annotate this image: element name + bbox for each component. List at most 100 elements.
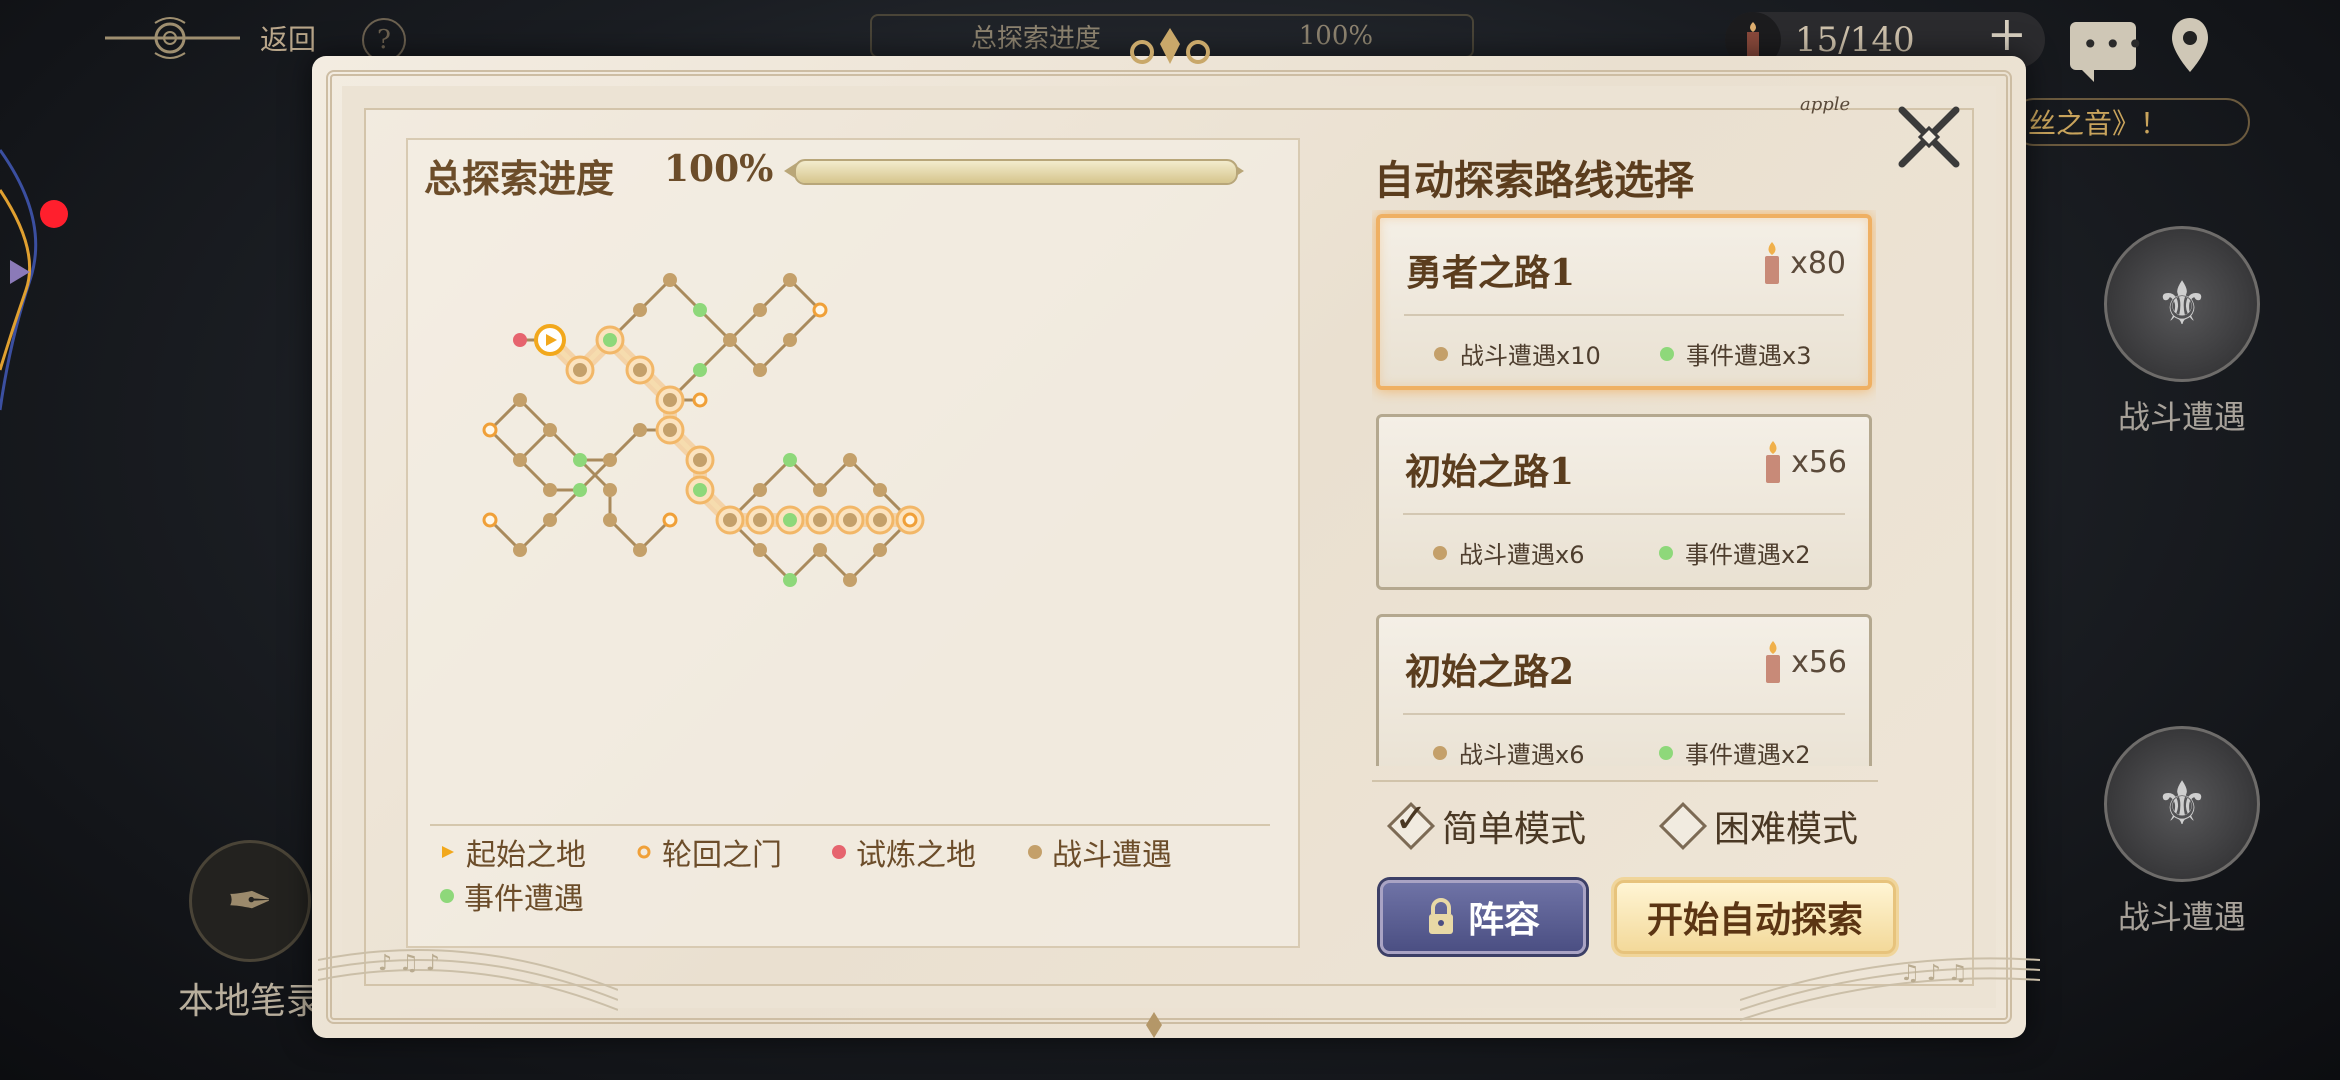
close-icon[interactable] [1892,100,1966,174]
candle-icon [1766,641,1781,683]
battle-node[interactable] [513,453,527,467]
event-node[interactable] [783,573,797,587]
location-pin-icon[interactable] [2168,16,2212,76]
battle-node[interactable] [603,513,617,527]
route-name: 初始之路2 [1405,651,1575,693]
route-event-count: 事件遭遇x2 [1685,741,1811,766]
battle-node[interactable] [603,453,617,467]
portal-ring-icon [812,302,828,318]
battle-node[interactable] [805,505,835,535]
battle-node[interactable] [753,363,767,377]
node-dot [753,513,767,527]
hard-mode-toggle[interactable]: 困难模式 [1658,800,1858,852]
start-node[interactable] [534,324,566,356]
battle-node[interactable] [783,273,797,287]
route-event-stat: 事件遭遇x2 [1659,535,1810,570]
top-crest-ornament [1130,28,1210,64]
battle-node[interactable] [633,303,647,317]
battle-node[interactable] [813,543,827,557]
battle-node[interactable] [873,543,887,557]
event-node[interactable] [685,475,715,505]
lineup-button[interactable]: 阵容 [1380,880,1586,954]
event-node[interactable] [783,453,797,467]
battle-node[interactable] [723,333,737,347]
side-drawer-handle[interactable] [0,130,60,430]
trial-dot [513,333,527,347]
battle-node[interactable] [625,355,655,385]
route-card-initial-1[interactable]: 初始之路1 x56 战斗遭遇x6 事件遭遇x2 [1376,414,1872,590]
battle-node[interactable] [685,445,715,475]
battle-node[interactable] [835,505,865,535]
portal-node[interactable] [812,302,828,318]
route-card-brave-1[interactable]: 勇者之路1 x80 战斗遭遇x10 事件遭遇x3 [1376,214,1872,390]
portal-node[interactable] [482,422,498,438]
portal-ring-icon [692,392,708,408]
battle-node[interactable] [543,483,557,497]
event-node[interactable] [595,325,625,355]
battle-node[interactable] [663,273,677,287]
notice-banner[interactable]: 丝之音》！ [2010,98,2250,146]
battle-node[interactable] [513,393,527,407]
route-cost: x56 [1761,639,1847,685]
event-node[interactable] [693,363,707,377]
battle-node[interactable] [843,453,857,467]
node-dot [723,333,737,347]
battle-node[interactable] [753,483,767,497]
side-encounter-bottom-label: 战斗遭遇 [2117,898,2246,936]
battle-node[interactable] [655,415,685,445]
battle-node[interactable] [753,543,767,557]
easy-mode-toggle[interactable]: ✓ 简单模式 [1386,796,1587,852]
checkbox-diamond-icon: ✓ [1386,796,1436,851]
battle-node[interactable] [633,423,647,437]
portal-node[interactable] [895,505,925,535]
event-node[interactable] [573,483,587,497]
quill-icon: ✒ [189,840,311,962]
back-button[interactable]: 返回 [100,8,320,68]
battle-node[interactable] [543,423,557,437]
event-node[interactable] [775,505,805,535]
event-node[interactable] [573,453,587,467]
portal-node[interactable] [482,512,498,528]
battle-node[interactable] [513,543,527,557]
node-dot [693,363,707,377]
route-list[interactable]: 勇者之路1 x80 战斗遭遇x10 事件遭遇x3 初始之路1 x56 战斗遭遇x… [1372,210,1876,766]
battle-node[interactable] [843,573,857,587]
portal-node[interactable] [692,392,708,408]
route-cost-value: x56 [1791,644,1847,680]
portal-ring-icon [902,512,918,528]
battle-node[interactable] [865,505,895,535]
portal-ring-icon [482,422,498,438]
easy-mode-label: 简单模式 [1442,809,1587,850]
side-encounter-top[interactable]: ⚜ 战斗遭遇 [2102,226,2262,438]
battle-node[interactable] [633,543,647,557]
battle-node[interactable] [753,303,767,317]
portal-node[interactable] [662,512,678,528]
chat-icon[interactable]: ••• [2070,22,2144,82]
notice-text: 丝之音》！ [2028,107,2169,140]
battle-node[interactable] [603,483,617,497]
event-node[interactable] [693,303,707,317]
route-name: 初始之路1 [1405,451,1575,493]
battle-node[interactable] [715,505,745,535]
exploration-map[interactable] [470,250,1190,790]
battle-node[interactable] [873,483,887,497]
route-card-initial-2[interactable]: 初始之路2 x56 战斗遭遇x6 事件遭遇x2 [1376,614,1872,766]
battle-node[interactable] [813,483,827,497]
battle-node[interactable] [655,385,685,415]
battle-node[interactable] [543,513,557,527]
battle-node[interactable] [565,355,595,385]
node-dot [843,513,857,527]
battle-node[interactable] [783,333,797,347]
node-dot [753,543,767,557]
side-encounter-bottom[interactable]: ⚜ 战斗遭遇 [2102,726,2262,938]
legend-start: 起始之地 [440,830,586,874]
node-dot [573,483,587,497]
legend-trial: 试炼之地 [832,830,976,874]
battle-node[interactable] [745,505,775,535]
route-battle-stat: 战斗遭遇x6 [1433,535,1584,570]
trial-node[interactable] [513,333,527,347]
legend-divider [430,824,1270,826]
route-divider [1403,713,1845,715]
add-candle-button[interactable]: + [1987,6,2027,62]
route-cost-value: x56 [1791,444,1847,480]
